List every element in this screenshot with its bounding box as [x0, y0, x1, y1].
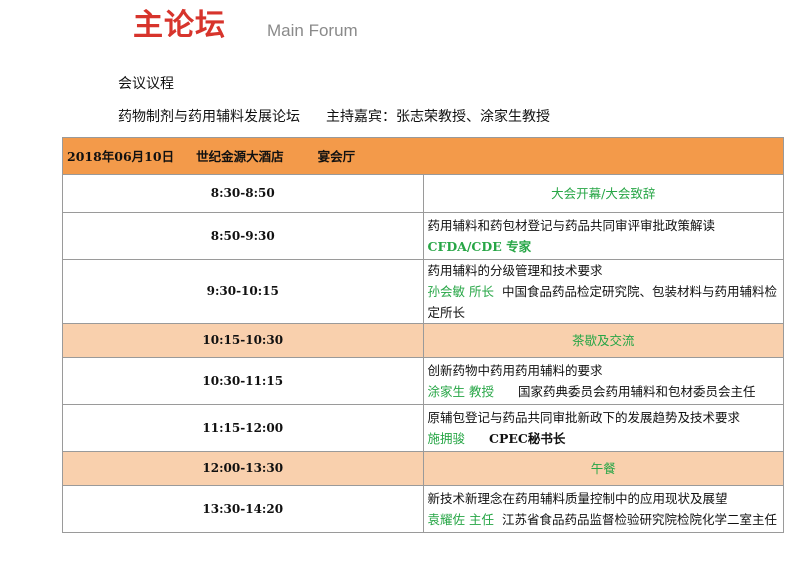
talk-speaker-line: 施拥骏 CPEC秘书长: [428, 428, 780, 449]
time-cell: 12:00-13:30: [62, 451, 424, 486]
talk-speaker-line: 袁耀佐 主任 江苏省食品药品监督检验研究院检院化学二室主任: [428, 509, 780, 530]
speaker-name: 施拥骏: [427, 431, 466, 446]
talk-cell: 药用辅料和药包材登记与药品共同审评审批政策解读 CFDA/CDE 专家: [422, 212, 784, 260]
talk-topic: 创新药物中药用药用辅料的要求: [427, 363, 603, 378]
agenda-table: 2018年06月10日 世纪金源大酒店 宴会厅 8:30-8:50 大会开幕/大会致…: [62, 137, 784, 533]
forum-line: 药物制剂与药用辅料发展论坛 主持嘉宾：张志荣教授、涂家生教授: [118, 107, 550, 127]
table-row: 8:50-9:30 药用辅料和药包材登记与药品共同审评审批政策解读 CFDA/C…: [62, 212, 784, 260]
talk-topic: 原辅包登记与药品共同审批新政下的发展趋势及技术要求: [427, 410, 741, 425]
talk-cell: 原辅包登记与药品共同审批新政下的发展趋势及技术要求 施拥骏 CPEC秘书长: [422, 404, 784, 452]
time-cell: 8:50-9:30: [62, 212, 424, 260]
talk-speaker-line: CFDA/CDE 专家: [428, 236, 780, 257]
event-title: 大会开幕/大会致辞: [422, 174, 784, 213]
session-header-cell: 2018年06月10日 世纪金源大酒店 宴会厅: [62, 137, 784, 175]
talk-topic: 药用辅料和药包材登记与药品共同审评审批政策解读: [427, 218, 716, 233]
forum-name: 药物制剂与药用辅料发展论坛: [118, 109, 300, 125]
talk-cell: 药用辅料的分级管理和技术要求 孙会敏 所长 中国食品药品检定研究院、包装材料与药用…: [422, 259, 784, 324]
page-title-english: Main Forum: [267, 21, 358, 40]
event-title: 茶歇及交流: [422, 323, 784, 358]
session-venue: 世纪金源大酒店: [196, 148, 284, 164]
speaker-org: 国家药典委员会药用辅料和包材委员会主任: [517, 384, 756, 399]
event-title: 午餐: [422, 451, 784, 486]
session-hall: 宴会厅: [317, 148, 356, 164]
speaker-name: CFDA/CDE 专家: [427, 239, 532, 254]
talk-cell: 新技术新理念在药用辅料质量控制中的应用现状及展望 袁耀佐 主任 江苏省食品药品监督…: [422, 485, 784, 533]
table-row: 11:15-12:00 原辅包登记与药品共同审批新政下的发展趋势及技术要求 施拥…: [62, 404, 784, 452]
time-cell: 9:30-10:15: [62, 259, 424, 324]
agenda-label: 会议议程: [118, 76, 174, 92]
table-row-break: 10:15-10:30 茶歇及交流: [62, 323, 784, 358]
talk-topic: 新技术新理念在药用辅料质量控制中的应用现状及展望: [427, 491, 728, 506]
table-row: 13:30-14:20 新技术新理念在药用辅料质量控制中的应用现状及展望 袁耀佐…: [62, 485, 784, 533]
talk-speaker-line: 孙会敏 所长 中国食品药品检定研究院、包装材料与药用辅料检定所长: [428, 281, 780, 323]
speaker-name: 袁耀佐 主任: [427, 512, 494, 527]
time-cell: 8:30-8:50: [62, 174, 424, 213]
time-cell: 10:15-10:30: [62, 323, 424, 358]
session-header-row: 2018年06月10日 世纪金源大酒店 宴会厅: [62, 137, 784, 175]
page-title: 主论坛: [133, 8, 226, 43]
page-header: 主论坛 Main Forum: [0, 0, 795, 60]
session-date: 2018年06月10日: [67, 148, 175, 164]
time-cell: 13:30-14:20: [62, 485, 424, 533]
speaker-org: 江苏省食品药品监督检验研究院检院化学二室主任: [501, 512, 777, 527]
speaker-name: 孙会敏 所长: [427, 284, 494, 299]
speaker-org: CPEC秘书长: [489, 431, 566, 446]
table-row: 8:30-8:50 大会开幕/大会致辞: [62, 174, 784, 213]
time-cell: 10:30-11:15: [62, 357, 424, 405]
table-row: 10:30-11:15 创新药物中药用药用辅料的要求 涂家生 教授 国家药典委员会…: [62, 357, 784, 405]
talk-topic: 药用辅料的分级管理和技术要求: [427, 263, 603, 278]
table-row: 9:30-10:15 药用辅料的分级管理和技术要求 孙会敏 所长 中国食品药品检定…: [62, 259, 784, 324]
speaker-name: 涂家生 教授: [427, 384, 494, 399]
forum-host: 主持嘉宾：张志荣教授、涂家生教授: [326, 109, 550, 125]
talk-speaker-line: 涂家生 教授 国家药典委员会药用辅料和包材委员会主任: [428, 381, 780, 402]
talk-cell: 创新药物中药用药用辅料的要求 涂家生 教授 国家药典委员会药用辅料和包材委员会主任: [422, 357, 784, 405]
time-cell: 11:15-12:00: [62, 404, 424, 452]
table-row-break: 12:00-13:30 午餐: [62, 451, 784, 486]
